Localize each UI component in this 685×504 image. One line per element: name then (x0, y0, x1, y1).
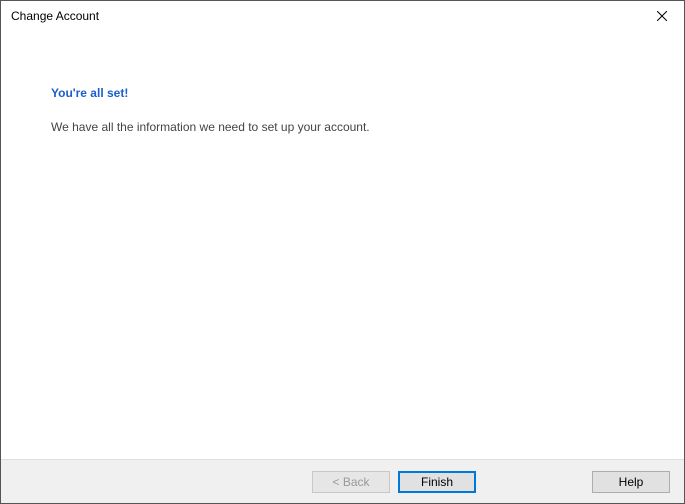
close-button[interactable] (639, 1, 684, 31)
back-button: < Back (312, 471, 390, 493)
content-description: We have all the information we need to s… (51, 120, 634, 134)
dialog-title: Change Account (11, 9, 99, 23)
help-button[interactable]: Help (592, 471, 670, 493)
close-icon (657, 11, 667, 21)
dialog-footer: < Back Finish Help (1, 459, 684, 503)
titlebar: Change Account (1, 1, 684, 31)
finish-button[interactable]: Finish (398, 471, 476, 493)
dialog-content: You're all set! We have all the informat… (1, 31, 684, 459)
content-heading: You're all set! (51, 86, 634, 100)
change-account-dialog: Change Account You're all set! We have a… (0, 0, 685, 504)
